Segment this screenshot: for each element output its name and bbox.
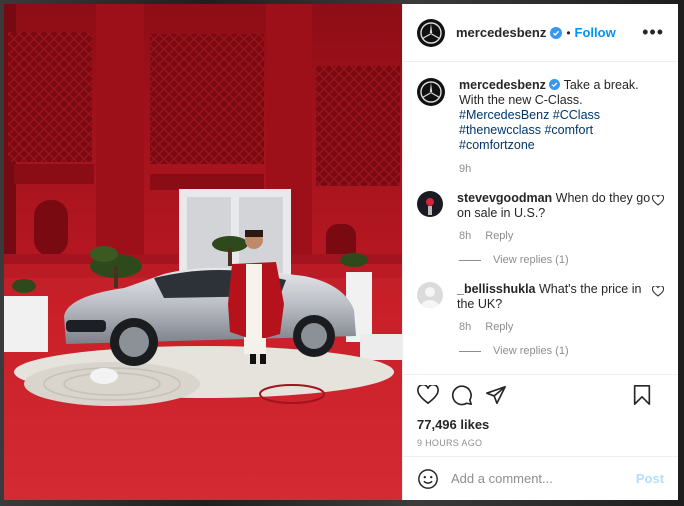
comment-username[interactable]: _bellisshukla [457,282,536,296]
comment-icon[interactable] [451,384,473,406]
comment-row: stevevgoodman When do they go on sale in… [417,191,664,221]
caption-meta: 9h [459,163,664,175]
photo-illustration [4,4,402,500]
action-icons [417,383,664,407]
view-replies-label: View replies (1) [493,345,569,357]
heart-icon[interactable] [652,286,664,297]
bookmark-icon[interactable] [632,384,652,406]
post-actions: 77,496 likes 9 HOURS AGO [403,374,678,456]
replies-divider [459,259,481,261]
mercedes-logo-icon [420,21,442,44]
reply-button[interactable]: Reply [485,230,513,242]
follow-button[interactable]: Follow [575,25,616,40]
comment-row: _bellisshukla What's the price in the UK… [417,282,664,312]
caption-hashtags[interactable]: #MercedesBenz #CClass #thenewcclass #com… [459,108,600,152]
comments-list[interactable]: mercedesbenz Take a break. With the new … [403,62,678,374]
comment-text: _bellisshukla What's the price in the UK… [457,282,652,312]
separator-dot: • [566,25,571,40]
more-options-button[interactable]: ••• [642,22,664,43]
replies-divider [459,350,481,352]
heart-icon[interactable] [652,195,664,206]
comment-meta: 8h Reply [459,321,664,333]
post-side-panel: mercedesbenz • Follow ••• mercedesbenz T… [402,4,678,500]
commenter-avatar[interactable] [417,191,443,217]
caption-row: mercedesbenz Take a break. With the new … [417,78,664,153]
author-username[interactable]: mercedesbenz [456,25,546,40]
caption-avatar[interactable] [417,78,445,106]
verified-badge-icon [549,79,561,90]
comment-age: 8h [459,230,472,242]
likes-count[interactable]: 77,496 likes [417,417,664,432]
mercedes-logo-icon [420,81,442,103]
post-header: mercedesbenz • Follow ••• [403,4,678,62]
post-photo[interactable] [4,4,402,500]
comment-username[interactable]: stevevgoodman [457,191,552,205]
heart-icon[interactable] [417,385,439,405]
comment-meta: 8h Reply [459,230,664,242]
post-timestamp: 9 HOURS AGO [417,438,483,448]
caption-username[interactable]: mercedesbenz [459,78,546,92]
commenter-avatar[interactable] [417,282,443,308]
view-replies-label: View replies (1) [493,254,569,266]
comment-age: 8h [459,321,472,333]
share-icon[interactable] [485,384,507,406]
post-comment-button[interactable]: Post [636,471,664,486]
view-replies-button[interactable]: View replies (1) [459,345,664,357]
comment-input[interactable]: Add a comment... [451,471,636,486]
verified-badge-icon [550,26,563,39]
add-comment-bar: Add a comment... Post [403,456,678,500]
view-replies-button[interactable]: View replies (1) [459,254,664,266]
caption-age: 9h [459,163,472,175]
caption-text: mercedesbenz Take a break. With the new … [459,78,664,153]
author-avatar[interactable] [417,18,445,47]
reply-button[interactable]: Reply [485,321,513,333]
emoji-icon[interactable] [417,468,439,490]
post-modal: mercedesbenz • Follow ••• mercedesbenz T… [4,4,678,500]
comment-text: stevevgoodman When do they go on sale in… [457,191,652,221]
